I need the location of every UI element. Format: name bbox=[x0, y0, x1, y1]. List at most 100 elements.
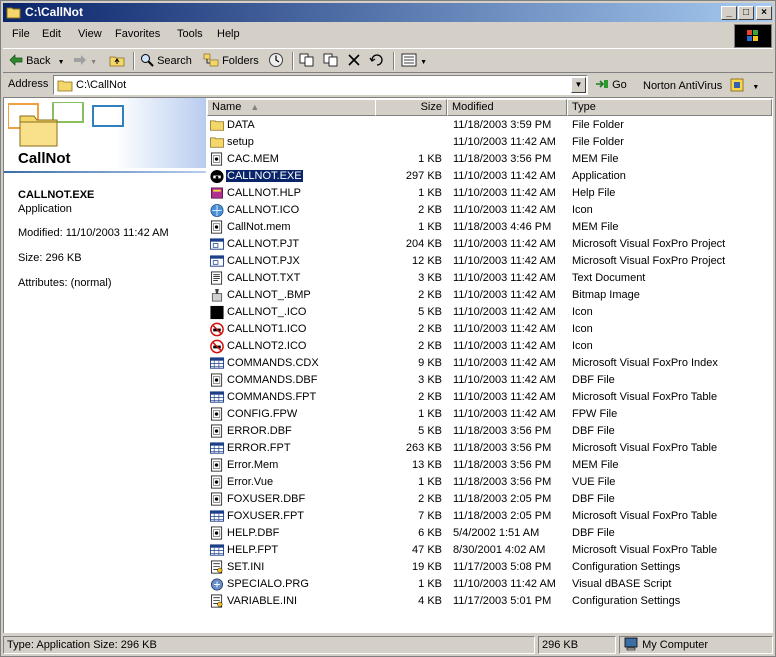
move-to-icon bbox=[299, 53, 314, 67]
file-row[interactable]: FOXUSER.DBF 2 KB 11/18/2003 2:05 PM DBF Fil… bbox=[207, 491, 773, 508]
file-row[interactable]: Error.Vue 1 KB 11/18/2003 3:56 PM VUE File bbox=[207, 474, 773, 491]
file-name: COMMANDS.CDX bbox=[227, 357, 319, 369]
file-name: COMMANDS.FPT bbox=[227, 391, 317, 403]
file-row[interactable]: HELP.FPT 47 KB 8/30/2001 4:02 AM Microsoft … bbox=[207, 542, 773, 559]
menu-file[interactable]: File bbox=[12, 28, 30, 40]
file-row[interactable]: CALLNOT1.ICO 2 KB 11/10/2003 11:42 AM Icon bbox=[207, 321, 773, 338]
menu-edit[interactable]: Edit bbox=[42, 28, 61, 40]
file-row[interactable]: HELP.DBF 6 KB 5/4/2002 1:51 AM DBF File bbox=[207, 525, 773, 542]
file-modified: 11/10/2003 11:42 AM bbox=[453, 391, 556, 403]
file-size: 1 KB bbox=[418, 578, 442, 590]
file-modified: 11/18/2003 3:56 PM bbox=[453, 153, 552, 165]
menu-view[interactable]: View bbox=[78, 28, 102, 40]
column-header-modified[interactable]: Modified bbox=[447, 99, 567, 116]
copy-to-button[interactable] bbox=[323, 52, 339, 70]
table-icon bbox=[209, 544, 225, 556]
column-header-size[interactable]: Size bbox=[375, 99, 447, 116]
file-row[interactable]: CONFIG.FPW 1 KB 11/10/2003 11:42 AM FPW Fil… bbox=[207, 406, 773, 423]
file-row[interactable]: CallNot.mem 1 KB 11/18/2003 4:46 PM MEM Fil… bbox=[207, 219, 773, 236]
file-row[interactable]: DATA 11/18/2003 3:59 PM File Folder bbox=[207, 117, 773, 134]
file-row[interactable]: CALLNOT.PJX 12 KB 11/10/2003 11:42 AM Micro… bbox=[207, 253, 773, 270]
file-size: 3 KB bbox=[418, 272, 442, 284]
file-type: Microsoft Visual FoxPro Table bbox=[572, 442, 718, 454]
address-dropdown-button[interactable]: ▼ bbox=[571, 77, 586, 93]
go-button[interactable]: Go bbox=[595, 78, 627, 91]
menu-tools[interactable]: Tools bbox=[177, 28, 203, 40]
file-name: CALLNOT.ICO bbox=[227, 204, 300, 216]
chevron-down-icon[interactable]: ▼ bbox=[752, 84, 759, 91]
file-row[interactable]: CALLNOT.HLP 1 KB 11/10/2003 11:42 AM Help F… bbox=[207, 185, 773, 202]
file-modified: 11/17/2003 5:08 PM bbox=[453, 561, 552, 573]
table-icon bbox=[209, 510, 225, 522]
file-row[interactable]: SET.INI 19 KB 11/17/2003 5:08 PM Configurat… bbox=[207, 559, 773, 576]
views-button[interactable]: ▼ bbox=[401, 52, 427, 70]
script-icon bbox=[211, 578, 223, 591]
minimize-button[interactable]: _ bbox=[721, 6, 737, 20]
menu-help[interactable]: Help bbox=[217, 28, 240, 40]
file-row[interactable]: setup 11/10/2003 11:42 AM File Folder bbox=[207, 134, 773, 151]
menu-favorites[interactable]: Favorites bbox=[115, 28, 160, 40]
file-row[interactable]: CAC.MEM 1 KB 11/18/2003 3:56 PM MEM File bbox=[207, 151, 773, 168]
chevron-down-icon[interactable]: ▼ bbox=[58, 59, 65, 66]
delete-icon bbox=[348, 54, 360, 66]
file-row[interactable]: CALLNOT.EXE 297 KB 11/10/2003 11:42 AM Appl… bbox=[207, 168, 773, 185]
delete-button[interactable] bbox=[347, 52, 361, 70]
file-type: MEM File bbox=[572, 459, 619, 471]
column-header-type[interactable]: Type bbox=[567, 99, 772, 116]
file-name: Error.Mem bbox=[227, 459, 279, 471]
globe-icon bbox=[210, 204, 224, 217]
file-row[interactable]: ERROR.DBF 5 KB 11/18/2003 3:56 PM DBF File bbox=[207, 423, 773, 440]
forward-button[interactable]: ▼ bbox=[73, 52, 97, 70]
file-row[interactable]: COMMANDS.DBF 3 KB 11/10/2003 11:42 AM DBF F… bbox=[207, 372, 773, 389]
file-row[interactable]: ERROR.FPT 263 KB 11/18/2003 3:56 PM Microso… bbox=[207, 440, 773, 457]
file-modified: 11/18/2003 4:46 PM bbox=[453, 221, 552, 233]
folder-icon bbox=[210, 120, 224, 131]
file-row[interactable]: CALLNOT.ICO 2 KB 11/10/2003 11:42 AM Icon bbox=[207, 202, 773, 219]
file-row[interactable]: SPECIALO.PRG 1 KB 11/10/2003 11:42 AM Visua… bbox=[207, 576, 773, 593]
file-modified: 11/10/2003 11:42 AM bbox=[453, 408, 556, 420]
file-type: File Folder bbox=[572, 119, 624, 131]
file-row[interactable]: CALLNOT.TXT 3 KB 11/10/2003 11:42 AM Text D… bbox=[207, 270, 773, 287]
file-row[interactable]: FOXUSER.FPT 7 KB 11/18/2003 2:05 PM Microso… bbox=[207, 508, 773, 525]
file-icon bbox=[211, 220, 223, 234]
file-row[interactable]: VARIABLE.INI 4 KB 11/17/2003 5:01 PM Config… bbox=[207, 593, 773, 610]
folder-icon bbox=[6, 7, 21, 19]
file-row[interactable]: CALLNOT_.ICO 5 KB 11/10/2003 11:42 AM Icon bbox=[207, 304, 773, 321]
file-row[interactable]: CALLNOT2.ICO 2 KB 11/10/2003 11:42 AM Icon bbox=[207, 338, 773, 355]
folder-icon bbox=[57, 80, 73, 92]
file-type: Icon bbox=[572, 306, 593, 318]
title-bar[interactable]: C:\CallNot _ □ × bbox=[3, 3, 773, 22]
file-name: CallNot.mem bbox=[227, 221, 291, 233]
search-button[interactable]: Search bbox=[140, 52, 192, 70]
file-row[interactable]: Error.Mem 13 KB 11/18/2003 3:56 PM MEM File bbox=[207, 457, 773, 474]
file-type: Icon bbox=[572, 204, 593, 216]
history-button[interactable] bbox=[268, 52, 284, 70]
address-value: C:\CallNot bbox=[76, 79, 127, 91]
status-bar: Type: Application Size: 296 KB 296 KB My… bbox=[3, 635, 773, 655]
move-to-button[interactable] bbox=[299, 52, 315, 70]
folder-icon bbox=[210, 137, 224, 148]
up-folder-button[interactable] bbox=[109, 52, 125, 70]
file-icon bbox=[211, 152, 223, 166]
file-list: Name ▲ Size Modified Type DATA 11/18/2003… bbox=[207, 98, 773, 632]
file-size: 12 KB bbox=[412, 255, 442, 267]
file-modified: 5/4/2002 1:51 AM bbox=[453, 527, 540, 539]
norton-antivirus-button[interactable]: Norton AntiVirus ▼ bbox=[643, 78, 759, 92]
file-name: ERROR.DBF bbox=[227, 425, 292, 437]
file-row[interactable]: COMMANDS.FPT 2 KB 11/10/2003 11:42 AM Micro… bbox=[207, 389, 773, 406]
window-title: C:\CallNot bbox=[25, 5, 83, 19]
close-button[interactable]: × bbox=[756, 6, 772, 20]
file-row[interactable]: COMMANDS.CDX 9 KB 11/10/2003 11:42 AM Micro… bbox=[207, 355, 773, 372]
undo-button[interactable] bbox=[369, 52, 385, 70]
file-row[interactable]: CALLNOT_.BMP 2 KB 11/10/2003 11:42 AM Bitma… bbox=[207, 287, 773, 304]
file-size: 2 KB bbox=[418, 204, 442, 216]
maximize-button[interactable]: □ bbox=[738, 6, 754, 20]
address-input[interactable]: C:\CallNot ▼ bbox=[53, 75, 588, 95]
project-icon bbox=[209, 238, 225, 250]
back-button[interactable]: Back ▼ bbox=[9, 52, 65, 70]
file-name: FOXUSER.DBF bbox=[227, 493, 306, 505]
file-type: Visual dBASE Script bbox=[572, 578, 672, 590]
file-modified: 11/10/2003 11:42 AM bbox=[453, 578, 556, 590]
folders-button[interactable]: Folders bbox=[203, 52, 259, 70]
file-row[interactable]: CALLNOT.PJT 204 KB 11/10/2003 11:42 AM Micr… bbox=[207, 236, 773, 253]
